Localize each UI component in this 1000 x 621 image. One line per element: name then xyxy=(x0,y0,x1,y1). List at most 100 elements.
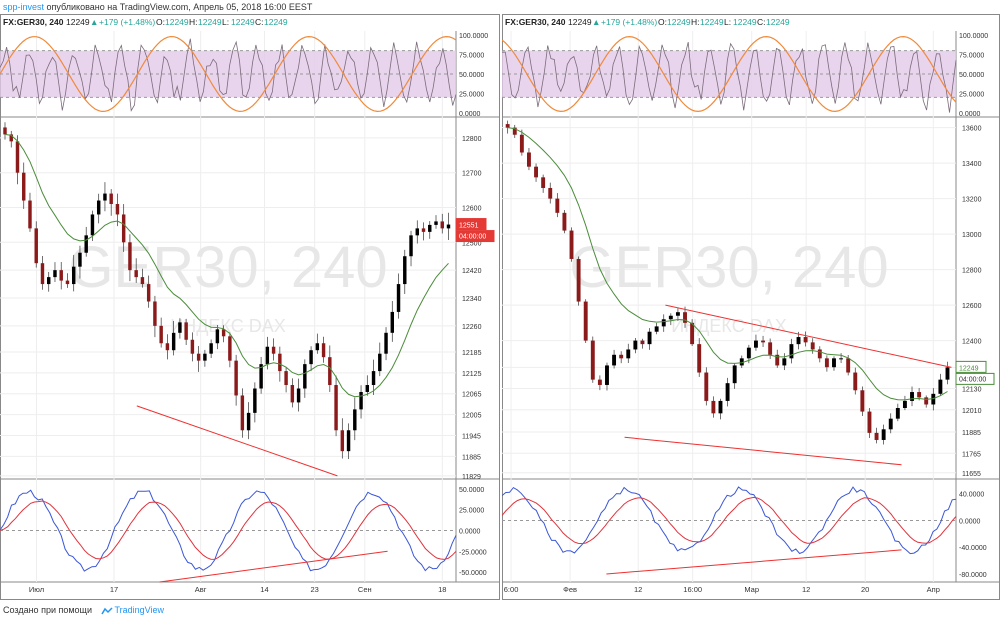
chart-left[interactable]: FX:GER30, 240 12249 ▲ +179 (+1.48%) O: 12249 H… xyxy=(0,14,500,600)
candle-body xyxy=(810,342,815,350)
candle-body xyxy=(71,266,76,285)
candle-body xyxy=(59,270,63,281)
quote-up-arrow-icon: ▲ xyxy=(90,17,98,27)
candle-body xyxy=(178,322,182,333)
candle-body xyxy=(446,224,451,229)
candle-body xyxy=(346,430,351,452)
candle-body xyxy=(817,349,822,359)
header: spp-invest опубликовано на TradingView.c… xyxy=(0,0,1000,14)
candle-body xyxy=(321,343,326,358)
candle-body xyxy=(384,332,388,354)
time-axis-label: Сен xyxy=(358,585,372,594)
price-axis-label: 13600 xyxy=(962,126,982,133)
candle-body xyxy=(562,212,567,231)
candle-body xyxy=(661,319,666,327)
price-axis-label: 12420 xyxy=(462,268,482,275)
candle-body xyxy=(910,392,914,401)
candle-body xyxy=(754,340,758,348)
candle-body xyxy=(109,193,113,205)
candle-body xyxy=(945,367,950,380)
candle-body xyxy=(428,224,432,232)
macd-axis-label: -40.0000 xyxy=(959,545,987,552)
candle-body xyxy=(96,200,101,215)
candle-body xyxy=(768,342,773,355)
chart-right[interactable]: FX:GER30, 240 12249 ▲ +179 (+1.48%) O: 12249 H… xyxy=(502,14,1000,600)
stoch-axis-label: 50.0000 xyxy=(959,72,984,79)
candle-body xyxy=(171,332,176,351)
candle-body xyxy=(421,228,426,232)
candle-body xyxy=(296,388,301,403)
candle-body xyxy=(290,385,295,403)
chart-frame xyxy=(0,14,500,600)
price-trend-line xyxy=(665,304,952,368)
stoch-axis-label: 0.0000 xyxy=(959,111,981,118)
macd-trend-line xyxy=(606,549,902,575)
candle-body xyxy=(548,187,553,199)
price-axis-label: 12005 xyxy=(462,413,482,420)
candle-body xyxy=(725,383,730,401)
countdown-label: 04:00:00 xyxy=(959,376,986,383)
ohlc-key: C: xyxy=(255,17,264,27)
price-axis-label: 11945 xyxy=(462,433,481,440)
candle-body xyxy=(159,325,163,344)
candle-body xyxy=(527,152,531,167)
stoch-axis-label: 25.0000 xyxy=(459,92,484,99)
last-price-label: 12551 xyxy=(459,223,479,230)
candle-body xyxy=(796,337,801,345)
price-axis-label: 12600 xyxy=(462,206,482,213)
price-axis-label: 12340 xyxy=(462,296,482,303)
stoch-axis-label: 50.0000 xyxy=(459,72,484,79)
candle-body xyxy=(265,346,270,365)
candle-body xyxy=(576,258,581,302)
candle-body xyxy=(134,270,138,278)
candle-body xyxy=(309,350,313,365)
candle-body xyxy=(555,198,560,213)
quote-price: 12249 xyxy=(568,17,592,27)
candle-body xyxy=(128,242,132,271)
candle-body xyxy=(860,390,865,412)
candle-body xyxy=(390,311,395,333)
candle-body xyxy=(654,326,659,332)
candle-body xyxy=(746,347,751,359)
candle-body xyxy=(924,397,929,405)
candle-body xyxy=(647,331,652,345)
candle-body xyxy=(396,284,401,312)
candle-body xyxy=(340,430,345,452)
price-axis-label: 12130 xyxy=(962,387,982,394)
tradingview-brand[interactable]: TradingView xyxy=(115,605,165,615)
candle-body xyxy=(90,214,95,236)
macd-axis-label: -50.0000 xyxy=(459,570,487,577)
candle-body xyxy=(732,365,737,384)
stoch-axis-label: 0.0000 xyxy=(459,111,481,118)
time-axis-label: 16:00 xyxy=(683,585,702,594)
candle-body xyxy=(359,391,363,410)
candle-body xyxy=(782,358,787,366)
created-with-text: Создано при помощи xyxy=(3,605,92,615)
candle-body xyxy=(711,400,716,414)
candle-body xyxy=(874,432,879,440)
candle-body xyxy=(619,354,624,359)
candle-body xyxy=(303,364,307,389)
candle-body xyxy=(633,340,638,350)
price-axis-label: 12700 xyxy=(462,171,482,178)
stoch-axis-label: 100.0000 xyxy=(959,33,988,40)
candle-body xyxy=(365,385,370,392)
candle-body xyxy=(40,263,45,285)
candle-body xyxy=(626,349,631,359)
candle-body xyxy=(53,270,57,278)
candle-body xyxy=(353,409,357,431)
countdown-label: 04:00:00 xyxy=(459,234,486,241)
candle-body xyxy=(215,329,220,344)
price-axis-label: 12800 xyxy=(462,136,482,143)
ohlc-value: 12249 xyxy=(165,17,189,27)
ohlc-value: 12249 xyxy=(766,17,790,27)
candle-body xyxy=(434,221,438,225)
stoch-axis-label: 100.0000 xyxy=(459,33,488,40)
publisher-name[interactable]: spp-invest xyxy=(0,2,44,12)
watermark-symbol: GER30, 240 xyxy=(569,235,888,300)
ohlc-key: L: xyxy=(724,17,731,27)
time-axis-label: 17 xyxy=(110,585,118,594)
candle-body xyxy=(328,357,332,386)
ohlc-value: 12249 xyxy=(700,17,724,27)
candle-body xyxy=(278,353,282,372)
